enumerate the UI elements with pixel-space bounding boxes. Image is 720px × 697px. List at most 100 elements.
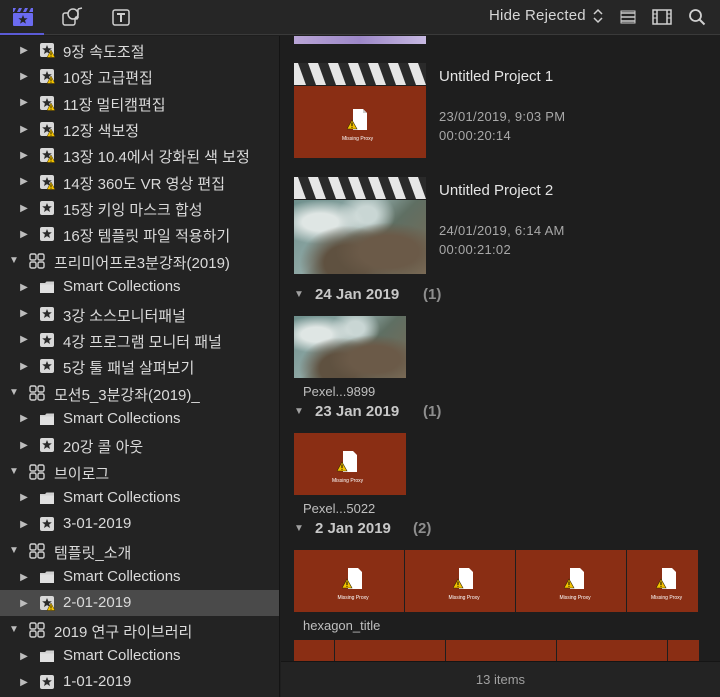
- sidebar-smart-collections-row[interactable]: ▶ Smart Collections: [0, 643, 279, 669]
- sidebar-event-row[interactable]: ▶ 5강 툴 패널 살펴보기: [0, 353, 279, 379]
- disclosure-closed-icon[interactable]: ▶: [19, 97, 29, 108]
- sidebar-library-row[interactable]: ▼ 2019 연구 라이브러리: [0, 617, 279, 643]
- disclosure-open-icon[interactable]: ▼: [9, 255, 19, 266]
- project-duration: 00:00:21:02: [439, 242, 511, 257]
- folder-icon: [40, 571, 54, 583]
- sidebar-smart-collections-row[interactable]: ▶ Smart Collections: [0, 564, 279, 590]
- sidebar-event-row[interactable]: ▶ 2-01-2019: [0, 590, 279, 617]
- sidebar-event-row[interactable]: ▶ 14장 360도 VR 영상 편집: [0, 169, 279, 195]
- clip-thumbnail[interactable]: [294, 316, 406, 378]
- photos-audio-icon[interactable]: [60, 6, 84, 28]
- missing-proxy-icon: [342, 568, 363, 589]
- disclosure-closed-icon[interactable]: ▶: [19, 203, 29, 214]
- disclosure-triangle-icon[interactable]: ▼: [294, 406, 304, 417]
- sidebar-row-label: Smart Collections: [63, 488, 181, 506]
- folder-icon: [40, 413, 54, 425]
- sidebar-smart-collections-row[interactable]: ▶ Smart Collections: [0, 274, 279, 300]
- libraries-clapper-icon[interactable]: [11, 6, 35, 28]
- disclosure-closed-icon[interactable]: ▶: [19, 308, 29, 319]
- sidebar-event-row[interactable]: ▶ 12장 색보정: [0, 116, 279, 142]
- clip-name: hexagon_title: [303, 618, 381, 633]
- sidebar-row-label: 10장 고급편집: [63, 70, 153, 88]
- sidebar-library-row[interactable]: ▼ 템플릿_소개: [0, 538, 279, 564]
- sidebar-row-label: 13장 10.4에서 강화된 색 보정: [63, 149, 250, 167]
- sidebar-event-row[interactable]: ▶ 11장 멀티캠편집: [0, 90, 279, 116]
- sidebar-row-label: 3강 소스모니터패널: [63, 307, 186, 325]
- event-star-icon: [40, 675, 54, 690]
- disclosure-closed-icon[interactable]: ▶: [19, 519, 29, 530]
- disclosure-open-icon[interactable]: ▼: [9, 387, 19, 398]
- disclosure-open-icon[interactable]: ▼: [9, 545, 19, 556]
- missing-proxy-label: Missing Proxy: [332, 478, 364, 484]
- filmstrip-list-toggle-icon[interactable]: [616, 6, 640, 28]
- disclosure-triangle-icon[interactable]: ▼: [294, 289, 304, 300]
- date-section-header[interactable]: ▼ 23 Jan 2019 (1): [281, 401, 720, 421]
- sidebar-event-row[interactable]: ▶ 16장 템플릿 파일 적용하기: [0, 221, 279, 247]
- sidebar-event-row[interactable]: ▶ 1-01-2019: [0, 669, 279, 695]
- disclosure-closed-icon[interactable]: ▶: [19, 361, 29, 372]
- event-warning-icon: [40, 122, 55, 137]
- browser-pane: Missing Proxy Untitled Project 1 23/01/2…: [281, 36, 720, 661]
- active-tab-indicator: [0, 33, 44, 35]
- sidebar-smart-collections-row[interactable]: ▶ Smart Collections: [0, 406, 279, 432]
- sidebar-event-row[interactable]: ▶ 10장 고급편집: [0, 63, 279, 89]
- disclosure-closed-icon[interactable]: ▶: [19, 440, 29, 451]
- libraries-sidebar: ▶ 9장 속도조절 ▶ 10장 고급편집 ▶ 11장 멀티캠편집 ▶ 12장 색보정 ▶ 13장 …: [0, 36, 280, 697]
- clip-thumbnail[interactable]: Missing Proxy: [294, 433, 406, 495]
- disclosure-closed-icon[interactable]: ▶: [19, 651, 29, 662]
- disclosure-closed-icon[interactable]: ▶: [19, 124, 29, 135]
- sidebar-smart-collections-row[interactable]: ▶ Smart Collections: [0, 485, 279, 511]
- chevron-updown-icon[interactable]: [592, 7, 604, 25]
- sidebar-event-row[interactable]: ▶ 15장 키잉 마스크 합성: [0, 195, 279, 221]
- sidebar-event-row[interactable]: ▶ 20강 콜 아웃: [0, 432, 279, 458]
- project-thumbnail[interactable]: [294, 200, 426, 274]
- disclosure-triangle-icon[interactable]: ▼: [294, 523, 304, 534]
- disclosure-open-icon[interactable]: ▼: [9, 466, 19, 477]
- missing-proxy-label: Missing Proxy: [651, 595, 683, 601]
- disclosure-closed-icon[interactable]: ▶: [19, 413, 29, 424]
- project-thumbnail[interactable]: Missing Proxy: [294, 86, 426, 158]
- filter-popup-label[interactable]: Hide Rejected: [489, 7, 586, 24]
- clip-appearance-icon[interactable]: [650, 6, 674, 28]
- disclosure-closed-icon[interactable]: ▶: [19, 677, 29, 688]
- section-date: 24 Jan 2019: [315, 285, 400, 303]
- event-star-icon: [40, 306, 54, 321]
- sidebar-event-row[interactable]: ▶ 4강 프로그램 모니터 패널: [0, 327, 279, 353]
- sidebar-row-label: Smart Collections: [63, 647, 181, 665]
- sidebar-event-row[interactable]: ▶ 13장 10.4에서 강화된 색 보정: [0, 142, 279, 168]
- sidebar-library-row[interactable]: ▼ 브이로그: [0, 459, 279, 485]
- section-count: (1): [423, 402, 442, 420]
- disclosure-closed-icon[interactable]: ▶: [19, 71, 29, 82]
- disclosure-closed-icon[interactable]: ▶: [19, 572, 29, 583]
- missing-proxy-icon: [564, 568, 585, 589]
- missing-proxy-icon: [336, 451, 357, 472]
- missing-proxy-icon: [655, 568, 676, 589]
- titles-generators-icon[interactable]: [109, 6, 133, 28]
- filmstrip-frame: Missing Proxy: [627, 550, 699, 612]
- sidebar-event-row[interactable]: ▶ 3-01-2019: [0, 511, 279, 537]
- disclosure-closed-icon[interactable]: ▶: [19, 282, 29, 293]
- disclosure-closed-icon[interactable]: ▶: [19, 150, 29, 161]
- event-star-icon: [40, 359, 54, 374]
- sidebar-row-label: 20강 콜 아웃: [63, 439, 144, 457]
- sidebar-library-row[interactable]: ▼ 프리미어프로3분강좌(2019): [0, 248, 279, 274]
- folder-icon: [40, 492, 54, 504]
- partial-clip-thumbnail[interactable]: [294, 36, 426, 44]
- disclosure-closed-icon[interactable]: ▶: [19, 45, 29, 56]
- section-date: 23 Jan 2019: [315, 402, 400, 420]
- filmstrip-clip[interactable]: Missing Proxy Missing Proxy Missing Proxy M…: [294, 550, 699, 612]
- filmstrip-clip[interactable]: [294, 640, 699, 661]
- sidebar-row-label: 2-01-2019: [63, 594, 132, 612]
- disclosure-closed-icon[interactable]: ▶: [19, 598, 29, 609]
- date-section-header[interactable]: ▼ 2 Jan 2019 (2): [281, 518, 720, 538]
- sidebar-event-row[interactable]: ▶ 9장 속도조절: [0, 37, 279, 63]
- disclosure-closed-icon[interactable]: ▶: [19, 229, 29, 240]
- search-icon[interactable]: [685, 6, 709, 28]
- sidebar-event-row[interactable]: ▶ 3강 소스모니터패널: [0, 301, 279, 327]
- disclosure-closed-icon[interactable]: ▶: [19, 492, 29, 503]
- disclosure-closed-icon[interactable]: ▶: [19, 334, 29, 345]
- date-section-header[interactable]: ▼ 24 Jan 2019 (1): [281, 284, 720, 304]
- sidebar-library-row[interactable]: ▼ 모션5_3분강좌(2019)_: [0, 380, 279, 406]
- disclosure-open-icon[interactable]: ▼: [9, 624, 19, 635]
- disclosure-closed-icon[interactable]: ▶: [19, 176, 29, 187]
